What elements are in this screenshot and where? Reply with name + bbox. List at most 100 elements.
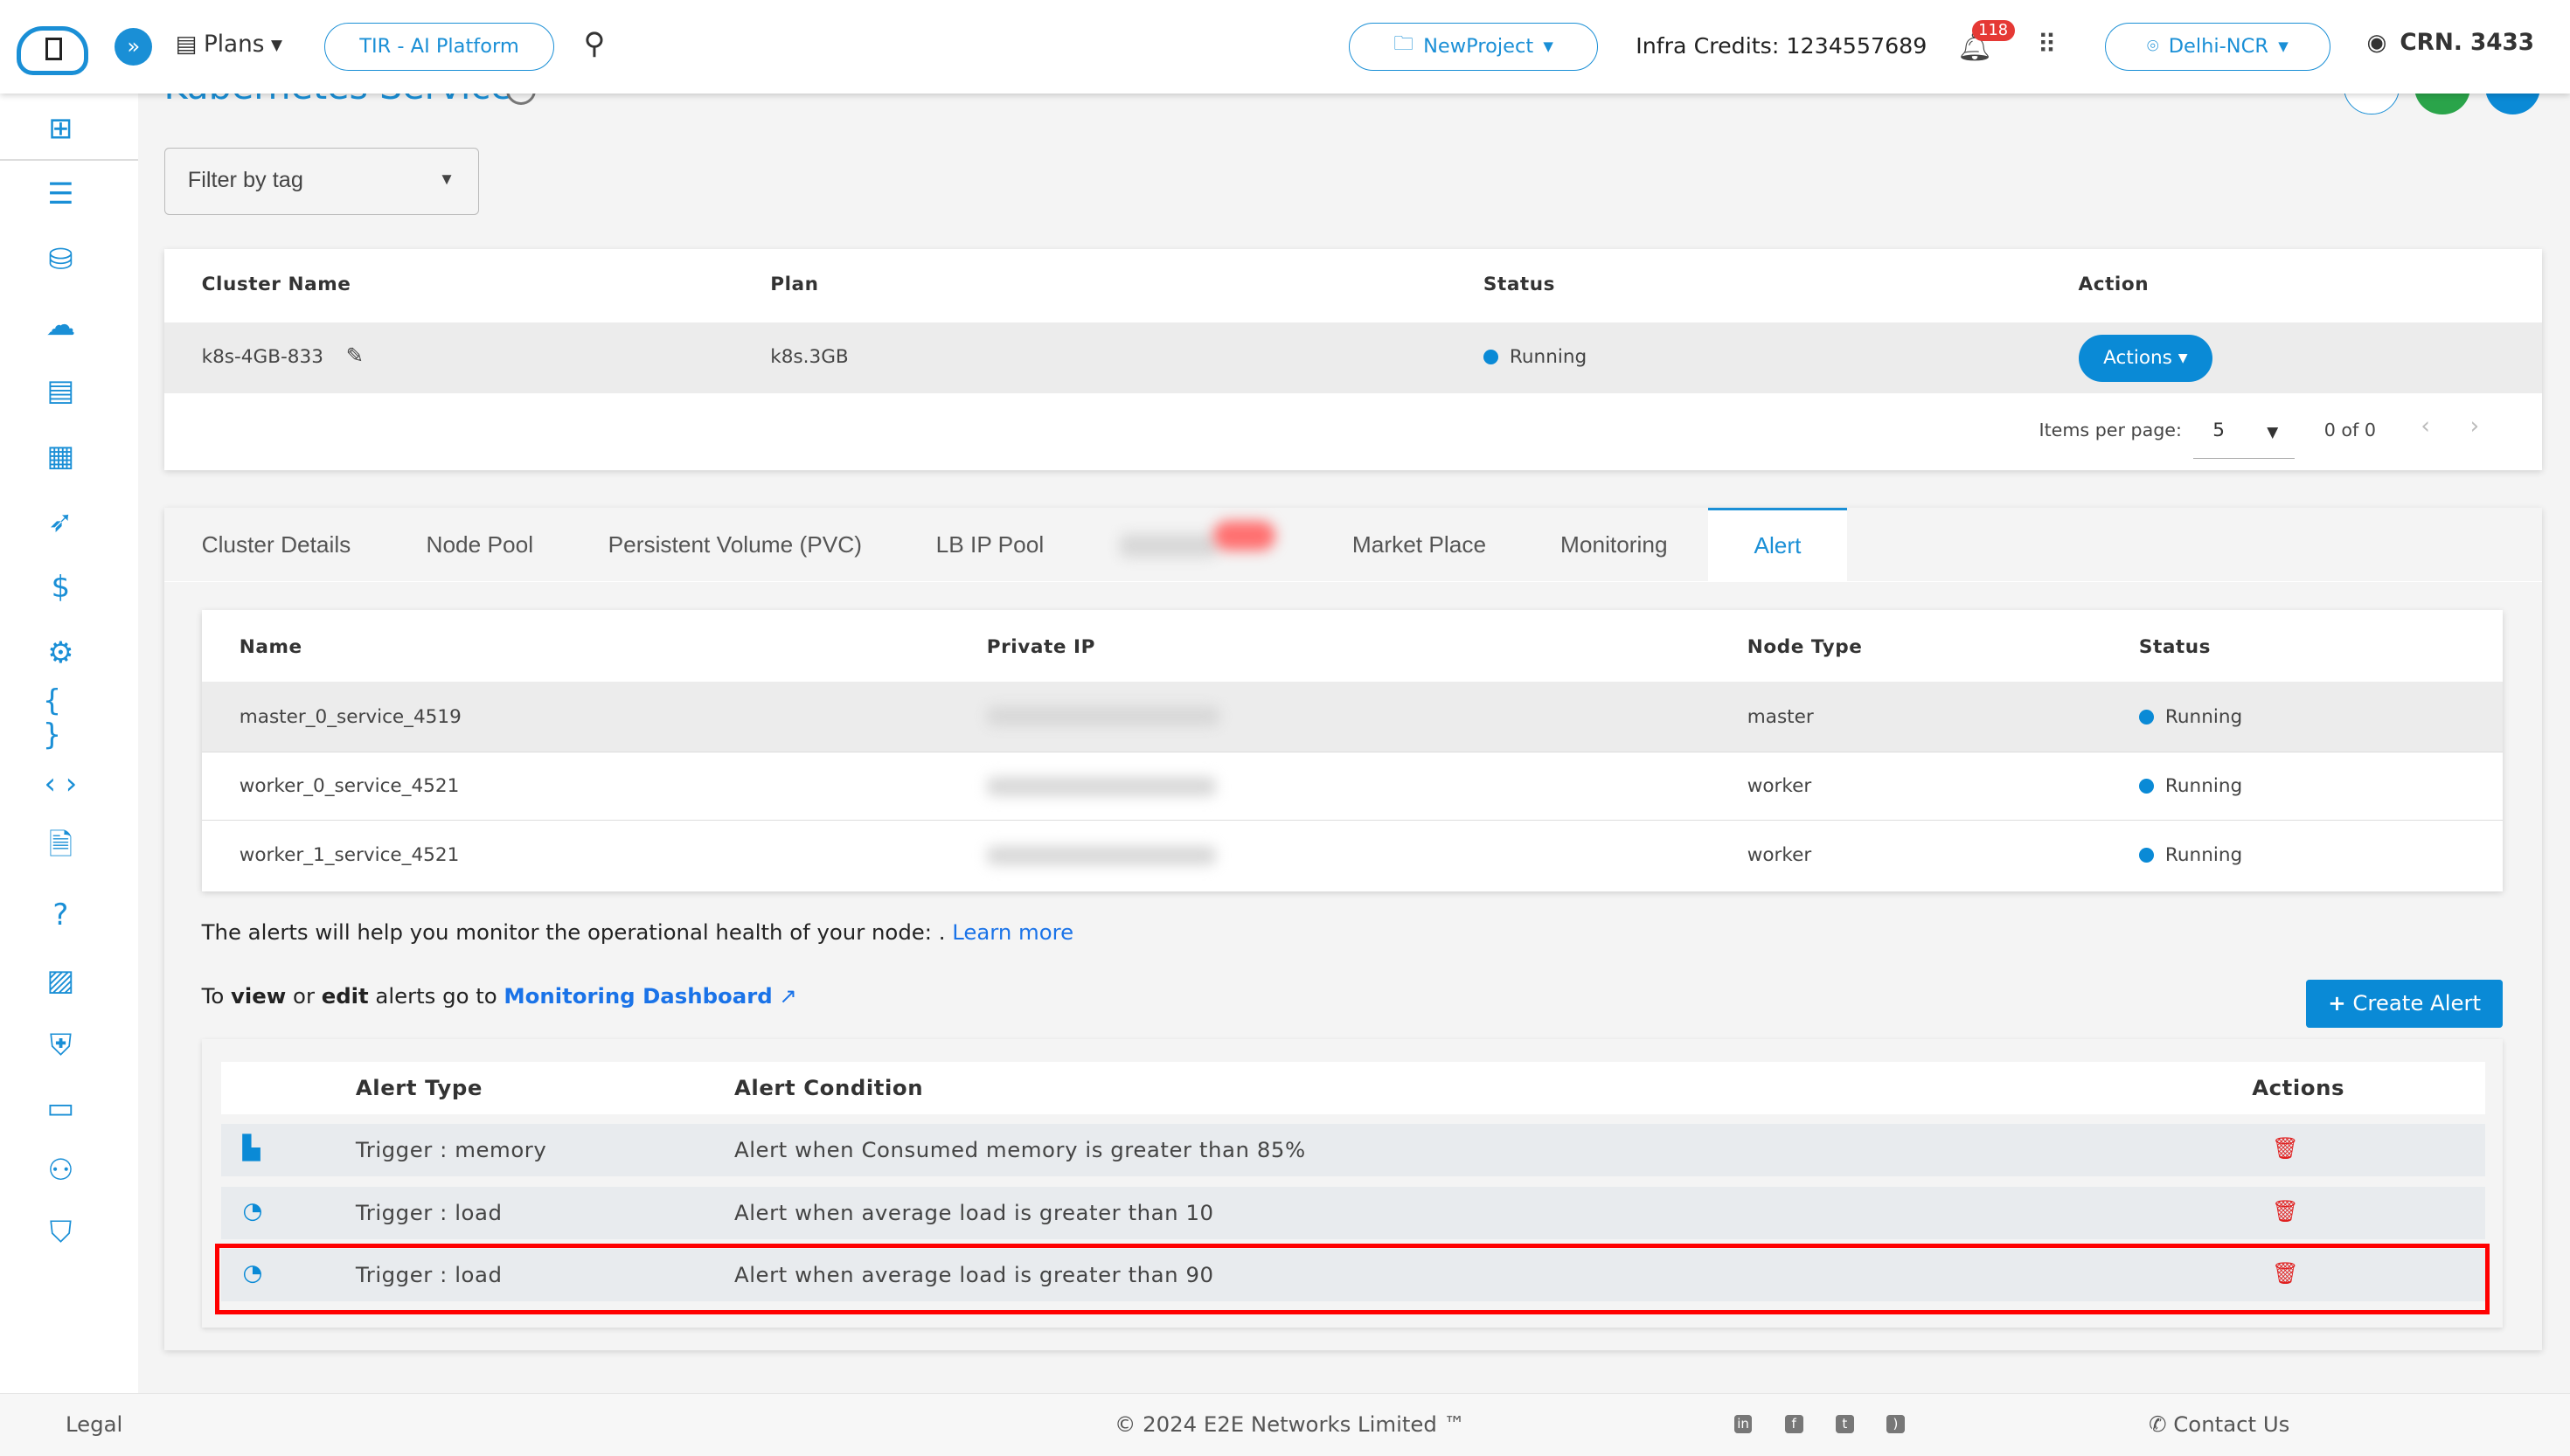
- copyright: © 2024 E2E Networks Limited ™: [1115, 1411, 1465, 1438]
- trash-icon[interactable]: 🗑︎: [2272, 1198, 2299, 1224]
- tab-pvc[interactable]: Persistent Volume (PVC): [608, 508, 862, 581]
- to-text: To: [201, 983, 225, 1009]
- items-per-page-value: 5: [2212, 419, 2225, 441]
- database-icon[interactable]: ⛁: [43, 241, 79, 277]
- alerts-info-text: The alerts will help you monitor the ope…: [202, 919, 1074, 945]
- tab-redacted[interactable]: [1119, 534, 1219, 558]
- rss-icon[interactable]: ): [1886, 1415, 1905, 1433]
- col-action: Action: [2078, 274, 2150, 296]
- chevron-down-icon: ▼: [270, 35, 282, 53]
- footer: Legal © 2024 E2E Networks Limited ™ in f…: [0, 1392, 2570, 1456]
- col-node-type: Node Type: [1747, 635, 1863, 658]
- private-ip-redacted: [986, 845, 1217, 865]
- broken-image-icon[interactable]: ▨: [43, 962, 79, 998]
- tir-platform-button[interactable]: TIR - AI Platform: [324, 23, 554, 71]
- status-text: Running: [2164, 774, 2243, 797]
- node-status: Running: [2138, 706, 2242, 728]
- shield-check-icon[interactable]: ⛉: [43, 1214, 79, 1250]
- code-icon[interactable]: ‹ ›: [43, 766, 79, 801]
- plans-menu[interactable]: ▤ Plans ▼: [176, 31, 282, 58]
- node-name: worker_1_service_4521: [239, 843, 460, 866]
- infra-credits: Infra Credits: 1234557689: [1636, 32, 1928, 59]
- tab-alert[interactable]: Alert: [1707, 508, 1848, 582]
- braces-icon[interactable]: { }: [43, 683, 79, 752]
- status-text: Running: [1509, 345, 1587, 368]
- table-row: worker_1_service_4521 worker Running: [202, 821, 2504, 891]
- billing-icon[interactable]: $: [43, 569, 79, 605]
- grid-icon[interactable]: ▦: [43, 438, 79, 474]
- chevron-down-icon: ▼: [2267, 422, 2279, 440]
- alert-condition: Alert when Consumed memory is greater th…: [734, 1137, 1306, 1163]
- tab-lb-ip-pool[interactable]: LB IP Pool: [936, 508, 1045, 581]
- cluster-status: Running: [1483, 346, 1587, 368]
- add-user-icon[interactable]: ⚇: [43, 1152, 79, 1188]
- bar-chart-icon: ▙: [242, 1135, 260, 1162]
- col-plan: Plan: [770, 274, 819, 296]
- plus-icon: +: [2328, 990, 2346, 1016]
- col-status: Status: [1483, 274, 1556, 296]
- contact-us-link[interactable]: ✆ Contact Us: [2149, 1411, 2289, 1437]
- node-name: worker_0_service_4521: [239, 774, 460, 797]
- status-text: Running: [2164, 843, 2243, 866]
- alert-condition: Alert when average load is greater than …: [734, 1199, 1214, 1225]
- tab-node-pool[interactable]: Node Pool: [427, 508, 534, 581]
- dashboard-add-icon[interactable]: ⊞: [43, 110, 79, 146]
- account-menu[interactable]: ◉ CRN. 3433: [2367, 30, 2535, 56]
- e2e-logo[interactable]: [16, 26, 89, 76]
- storage-icon[interactable]: ▤: [43, 372, 79, 408]
- linkedin-icon[interactable]: in: [1733, 1415, 1753, 1433]
- chevron-down-icon: ▼: [438, 170, 455, 189]
- learn-more-link[interactable]: Learn more: [952, 919, 1073, 945]
- node-type: worker: [1747, 774, 1812, 797]
- apps-grid-icon[interactable]: ⠿: [2038, 30, 2057, 60]
- location-pin-icon: ⌾: [2146, 35, 2159, 59]
- server-icon[interactable]: ☰: [43, 176, 79, 211]
- expand-sidebar-button[interactable]: »: [115, 27, 153, 66]
- monitoring-dashboard-link[interactable]: Monitoring Dashboard: [504, 983, 772, 1009]
- monitor-icon[interactable]: ▭: [43, 1090, 79, 1126]
- node-type: master: [1747, 706, 1814, 729]
- twitter-icon[interactable]: t: [1836, 1415, 1854, 1433]
- cluster-table: Cluster Name Plan Status Action k8s-4GB-…: [163, 249, 2543, 471]
- col-status: Status: [2138, 635, 2212, 658]
- sidebar-divider: [0, 158, 138, 161]
- status-dot: [2138, 778, 2154, 794]
- table-row: ▙ Trigger : memory Alert when Consumed m…: [221, 1124, 2485, 1177]
- external-link-icon[interactable]: ↗: [779, 983, 796, 1009]
- rocket-icon[interactable]: ➶: [43, 503, 79, 539]
- prev-page-button[interactable]: ‹: [2421, 413, 2430, 440]
- status-dot: [2138, 710, 2154, 725]
- private-ip-redacted: [986, 706, 1219, 726]
- alerts-info-sentence: The alerts will help you monitor the ope…: [201, 919, 946, 945]
- project-selector[interactable]: 🗀 NewProject ▼: [1349, 23, 1599, 71]
- cloud-network-icon[interactable]: ☁: [43, 307, 79, 343]
- tir-platform-label: TIR - AI Platform: [359, 35, 519, 59]
- edit-icon[interactable]: ✎: [346, 343, 364, 368]
- node-name: master_0_service_4519: [239, 706, 462, 729]
- support-icon[interactable]: ?: [43, 897, 79, 933]
- top-header: » ▤ Plans ▼ TIR - AI Platform ⚲ 🗀 NewProjec…: [0, 0, 2570, 94]
- actions-button[interactable]: Actions ▾: [2078, 334, 2213, 382]
- search-icon[interactable]: ⚲: [584, 26, 606, 60]
- table-row: k8s-4GB-833 ✎ k8s.3GB Running Actions ▾: [163, 322, 2543, 393]
- col-private-ip: Private IP: [986, 635, 1095, 658]
- legal-link[interactable]: Legal: [66, 1411, 122, 1437]
- next-page-button[interactable]: ›: [2470, 413, 2480, 440]
- region-selector[interactable]: ⌾ Delhi-NCR ▼: [2104, 23, 2331, 71]
- folder-icon: 🗀: [1393, 32, 1414, 56]
- tab-market-place[interactable]: Market Place: [1352, 508, 1486, 581]
- alert-table-header: Alert Type Alert Condition Actions: [221, 1062, 2485, 1114]
- tab-monitoring[interactable]: Monitoring: [1560, 508, 1668, 581]
- col-alert-type: Alert Type: [355, 1075, 483, 1100]
- facebook-icon[interactable]: f: [1784, 1415, 1803, 1433]
- settings-icon[interactable]: ⚙: [43, 634, 79, 670]
- items-per-page-select[interactable]: 5 ▼: [2192, 410, 2295, 459]
- trash-icon[interactable]: 🗑︎: [2272, 1135, 2299, 1161]
- create-alert-button[interactable]: + Create Alert: [2306, 980, 2504, 1028]
- edit-text: edit: [321, 983, 369, 1009]
- region-label: Delhi-NCR: [2168, 35, 2268, 59]
- filter-by-tag-select[interactable]: Filter by tag ▼: [163, 147, 479, 215]
- document-icon[interactable]: 🗎: [43, 828, 79, 867]
- tab-cluster-details[interactable]: Cluster Details: [202, 508, 351, 581]
- security-add-icon[interactable]: ⛨: [43, 1028, 79, 1064]
